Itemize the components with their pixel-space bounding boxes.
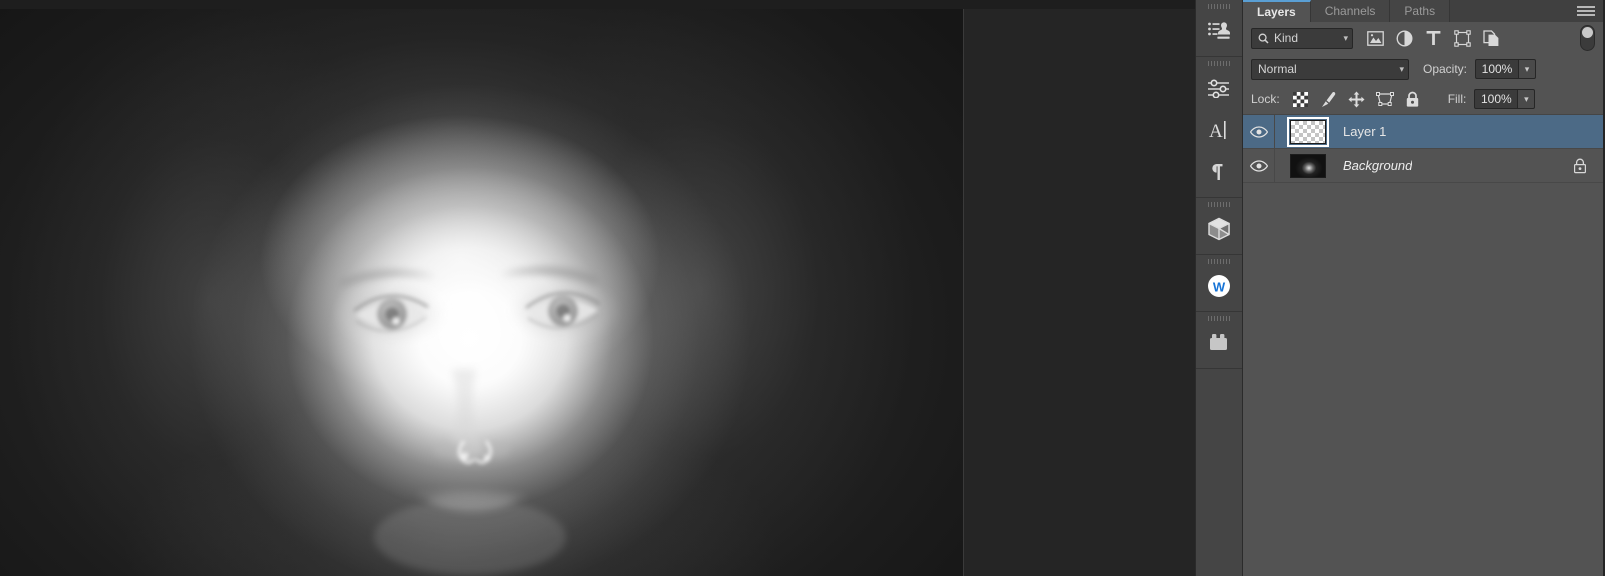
toggle-knob xyxy=(1582,27,1593,38)
lock-icon xyxy=(1574,158,1587,173)
opacity-label: Opacity: xyxy=(1423,62,1468,76)
layer-thumbnail[interactable] xyxy=(1290,119,1326,144)
lock-artboard-icon[interactable] xyxy=(1372,87,1398,111)
lock-image-pixels-icon[interactable] xyxy=(1316,87,1342,111)
dock-grip[interactable] xyxy=(1196,255,1242,265)
filter-shape-icon[interactable] xyxy=(1448,25,1477,51)
layer-thumbnail-wrap[interactable] xyxy=(1289,153,1327,179)
magnifier-icon xyxy=(1258,33,1269,44)
lock-all-icon[interactable] xyxy=(1400,87,1426,111)
table-row[interactable]: Layer 1 xyxy=(1243,115,1603,149)
layer-list[interactable]: Layer 1 Background xyxy=(1243,114,1603,576)
tab-channels[interactable]: Channels xyxy=(1310,0,1391,22)
layer-filter-icons xyxy=(1361,25,1506,51)
layer-locked-badge xyxy=(1573,158,1587,174)
fill-input[interactable]: 100% xyxy=(1474,89,1519,109)
character-icon[interactable]: A xyxy=(1196,109,1242,151)
libraries-icon[interactable] xyxy=(1196,10,1242,52)
opacity-input[interactable]: 100% xyxy=(1475,59,1520,79)
tab-paths[interactable]: Paths xyxy=(1390,0,1451,22)
layer-name[interactable]: Background xyxy=(1343,158,1412,173)
wacom-icon[interactable]: W xyxy=(1196,265,1242,307)
opacity-stepper[interactable]: ▾ xyxy=(1519,59,1537,79)
filter-type-icon[interactable] xyxy=(1419,25,1448,51)
panel-menu-icon[interactable] xyxy=(1577,4,1595,18)
chevron-down-icon: ▾ xyxy=(1399,63,1404,74)
layers-panel: Layers Channels Paths Kind ▾ Normal ▾ Op… xyxy=(1243,0,1603,576)
lock-position-icon[interactable] xyxy=(1344,87,1370,111)
svg-text:A: A xyxy=(1209,121,1223,141)
dock-group-adjust-type: A xyxy=(1196,57,1242,198)
layer-visibility-toggle[interactable] xyxy=(1243,115,1275,148)
layer-visibility-toggle[interactable] xyxy=(1243,149,1275,182)
filter-kind-select[interactable]: Kind ▾ xyxy=(1251,27,1353,49)
layer-filter-row: Kind ▾ xyxy=(1243,22,1603,54)
chevron-down-icon: ▾ xyxy=(1343,32,1348,43)
tab-layers[interactable]: Layers xyxy=(1243,0,1311,22)
lock-row: Lock: Fill: 100% ▾ xyxy=(1243,84,1603,114)
dock-grip[interactable] xyxy=(1196,0,1242,10)
panel-tab-bar: Layers Channels Paths xyxy=(1243,0,1603,22)
fill-stepper[interactable]: ▾ xyxy=(1518,89,1536,109)
canvas-area[interactable] xyxy=(0,0,1195,576)
layer-thumbnail-wrap[interactable] xyxy=(1287,116,1329,147)
blend-mode-select[interactable]: Normal ▾ xyxy=(1251,58,1409,80)
layer-thumbnail[interactable] xyxy=(1290,153,1326,178)
eye-icon xyxy=(1249,125,1268,138)
eye-icon xyxy=(1249,159,1268,172)
blend-opacity-row: Normal ▾ Opacity: 100% ▾ xyxy=(1243,54,1603,84)
portrait-face-detail xyxy=(0,9,963,576)
face-features-svg xyxy=(334,266,620,575)
filter-smartobject-icon[interactable] xyxy=(1477,25,1506,51)
filter-pixel-icon[interactable] xyxy=(1361,25,1390,51)
dock-group-libraries xyxy=(1196,0,1242,57)
fill-label: Fill: xyxy=(1447,92,1467,106)
table-row[interactable]: Background xyxy=(1243,149,1603,183)
lock-label: Lock: xyxy=(1251,92,1280,106)
canvas-top-strip xyxy=(0,0,1195,9)
adjustments-icon[interactable] xyxy=(1196,67,1242,109)
dock-group-3d xyxy=(1196,198,1242,255)
dock-group-wacom: W xyxy=(1196,255,1242,312)
lock-transparent-pixels-icon[interactable] xyxy=(1288,87,1314,111)
dock-grip[interactable] xyxy=(1196,312,1242,322)
document-canvas[interactable] xyxy=(0,9,964,576)
blend-mode-value: Normal xyxy=(1258,62,1297,76)
dock-grip[interactable] xyxy=(1196,57,1242,67)
3d-icon[interactable] xyxy=(1196,208,1242,250)
photoshop-window: A W Layers Channels Paths Kind ▾ Normal … xyxy=(0,0,1605,576)
dock-grip[interactable] xyxy=(1196,198,1242,208)
paragraph-icon[interactable] xyxy=(1196,151,1242,193)
svg-text:W: W xyxy=(1213,280,1226,295)
plugins-icon[interactable] xyxy=(1196,322,1242,364)
dock-group-plugins xyxy=(1196,312,1242,369)
lock-icons xyxy=(1288,87,1426,111)
filter-kind-label: Kind xyxy=(1274,31,1299,45)
filter-adjustment-icon[interactable] xyxy=(1390,25,1419,51)
layer-filter-toggle[interactable] xyxy=(1580,25,1595,51)
icon-dock-strip[interactable]: A W xyxy=(1195,0,1243,576)
layer-name[interactable]: Layer 1 xyxy=(1343,124,1386,139)
